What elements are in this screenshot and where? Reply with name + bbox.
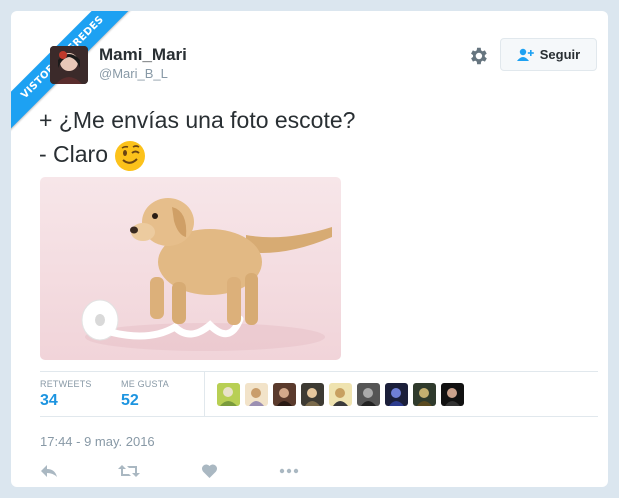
divider xyxy=(204,371,205,416)
follow-button[interactable]: Seguir xyxy=(500,38,597,71)
more-icon[interactable] xyxy=(279,463,299,484)
tweet-timestamp[interactable]: 17:44 - 9 may. 2016 xyxy=(40,434,155,449)
tweet-line-2: - Claro xyxy=(39,141,109,167)
tweet-line-1: + ¿Me envías una foto escote? xyxy=(39,107,356,133)
retweets-count[interactable]: 34 xyxy=(40,392,58,410)
user-name[interactable]: Mami_Mari xyxy=(99,45,187,65)
tweet-text: + ¿Me envías una foto escote? - Claro xyxy=(39,103,355,172)
liker-avatar[interactable] xyxy=(217,383,240,406)
liker-avatar[interactable] xyxy=(329,383,352,406)
add-user-icon xyxy=(516,48,534,61)
gear-icon[interactable] xyxy=(467,45,489,67)
tweet-photo[interactable] xyxy=(40,177,341,360)
user-handle[interactable]: @Mari_B_L xyxy=(99,66,168,81)
like-icon[interactable] xyxy=(201,463,218,484)
liker-avatar[interactable] xyxy=(273,383,296,406)
liker-avatar[interactable] xyxy=(413,383,436,406)
liker-avatar[interactable] xyxy=(357,383,380,406)
divider xyxy=(40,416,598,417)
likers-avatars xyxy=(217,383,464,406)
liker-avatar[interactable] xyxy=(441,383,464,406)
avatar[interactable] xyxy=(50,46,88,84)
retweets-label: RETWEETS xyxy=(40,379,92,389)
tweet-card: VISTOENLASREDES Mami_Mari @Mari_B_L Segu… xyxy=(11,11,608,487)
divider xyxy=(40,371,598,372)
reply-icon[interactable] xyxy=(40,463,58,484)
likes-label: ME GUSTA xyxy=(121,379,169,389)
likes-count[interactable]: 52 xyxy=(121,392,139,410)
retweet-icon[interactable] xyxy=(118,463,140,484)
winking-face-icon xyxy=(114,140,146,172)
liker-avatar[interactable] xyxy=(245,383,268,406)
liker-avatar[interactable] xyxy=(301,383,324,406)
liker-avatar[interactable] xyxy=(385,383,408,406)
follow-label: Seguir xyxy=(539,47,581,62)
